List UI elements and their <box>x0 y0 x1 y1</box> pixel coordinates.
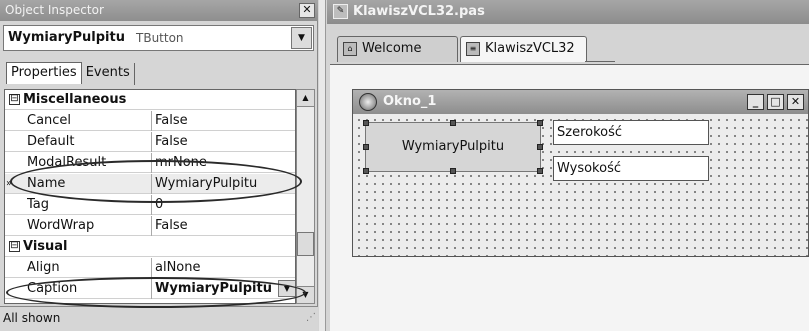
property-name: Name <box>27 176 66 191</box>
collapse-icon[interactable]: ⊟ <box>9 94 20 105</box>
category-row-visual[interactable]: ⊟ Visual <box>5 237 295 257</box>
collapse-icon[interactable]: ⊟ <box>9 241 20 252</box>
selection-handle[interactable] <box>537 120 543 126</box>
form-title: Okno_1 <box>383 94 437 109</box>
property-grid-scrollbar[interactable]: ▲ ▼ <box>296 89 315 304</box>
property-value[interactable]: alNone <box>151 258 295 278</box>
form-titlebar[interactable]: Okno_1 _ □ ✕ <box>353 90 808 114</box>
close-icon[interactable]: ✕ <box>787 94 804 110</box>
tab-klawiszvcl32[interactable]: ≡ KlawiszVCL32 <box>460 36 587 62</box>
tab-welcome-page[interactable]: ⌂ Welcome Page <box>337 36 458 80</box>
property-name: Default <box>27 134 75 149</box>
property-row-cancel[interactable]: Cancel False <box>5 111 295 131</box>
category-label: Visual <box>23 239 68 254</box>
selection-handle[interactable] <box>363 168 369 174</box>
maximize-icon[interactable]: □ <box>767 94 784 110</box>
object-inspector-panel: Object Inspector ✕ WymiaryPulpitu TButto… <box>0 0 318 331</box>
property-name: ModalResult <box>27 155 107 170</box>
form-icon <box>359 93 377 111</box>
selection-handle[interactable] <box>363 120 369 126</box>
category-label: Miscellaneous <box>23 92 127 107</box>
property-value[interactable]: False <box>151 111 295 131</box>
tab-properties[interactable]: Properties <box>6 62 82 84</box>
selection-handle[interactable] <box>450 168 456 174</box>
component-selector[interactable]: WymiaryPulpitu TButton ▼ <box>3 25 314 51</box>
property-name: Caption <box>27 281 78 296</box>
status-text: All shown <box>3 311 61 325</box>
object-inspector-title: Object Inspector <box>5 3 104 17</box>
chevron-down-icon[interactable]: ▼ <box>278 280 295 297</box>
selection-handle[interactable] <box>450 120 456 126</box>
property-row-tag[interactable]: Tag 0 <box>5 195 295 215</box>
selection-handle[interactable] <box>363 144 369 150</box>
property-value[interactable]: 0 <box>151 195 295 215</box>
property-row-caption[interactable]: Caption WymiaryPulpitu ▼ <box>5 279 295 299</box>
property-row-default[interactable]: Default False <box>5 132 295 152</box>
szerokosc-edit[interactable]: Szerokość <box>553 120 709 145</box>
component-type: TButton <box>136 31 184 45</box>
editor-tab-bar: ⌂ Welcome Page ≡ KlawiszVCL32 <box>327 24 809 80</box>
unit-icon: ≡ <box>466 42 480 56</box>
panel-splitter[interactable] <box>319 0 326 331</box>
editor-title: KlawiszVCL32.pas <box>353 4 485 19</box>
category-row-miscellaneous[interactable]: ⊟ Miscellaneous <box>5 90 295 110</box>
tab-events[interactable]: Events <box>82 63 135 85</box>
property-name: Tag <box>27 197 50 212</box>
tab-bar-edge <box>585 38 615 62</box>
property-grid: ⊟ Miscellaneous Cancel False Default Fal… <box>4 89 296 304</box>
selection-handle[interactable] <box>537 168 543 174</box>
form-designer-area: Okno_1 _ □ ✕ WymiaryPulpitu Szerokość Wy… <box>330 64 809 331</box>
scrollbar-thumb[interactable] <box>297 232 314 256</box>
inspector-status-bar: All shown ⋰ <box>0 306 318 331</box>
property-value[interactable]: mrNone <box>151 153 295 173</box>
property-value[interactable]: False <box>151 216 295 236</box>
scroll-down-icon[interactable]: ▼ <box>297 286 314 303</box>
inspector-tabs: Properties Events <box>6 62 135 86</box>
property-value[interactable]: WymiaryPulpitu <box>151 174 295 194</box>
property-value[interactable]: WymiaryPulpitu <box>151 279 295 299</box>
unit-file-icon: ✎ <box>333 4 348 19</box>
property-row-name[interactable]: » Name WymiaryPulpitu <box>5 174 295 194</box>
form-client-area[interactable]: WymiaryPulpitu Szerokość Wysokość <box>353 114 808 256</box>
editor-window: ✎ KlawiszVCL32.pas ⌂ Welcome Page ≡ Klaw… <box>327 0 809 331</box>
property-name: Align <box>27 260 60 275</box>
editor-titlebar: ✎ KlawiszVCL32.pas <box>327 0 809 24</box>
designed-form-window[interactable]: Okno_1 _ □ ✕ WymiaryPulpitu Szerokość Wy… <box>352 89 809 257</box>
minimize-icon[interactable]: _ <box>747 94 764 110</box>
tab-label: KlawiszVCL32 <box>485 41 575 56</box>
property-value[interactable]: False <box>151 132 295 152</box>
property-row-wordwrap[interactable]: WordWrap False <box>5 216 295 236</box>
property-row-modalresult[interactable]: ModalResult mrNone <box>5 153 295 173</box>
object-inspector-titlebar: Object Inspector ✕ <box>0 0 318 21</box>
scroll-up-icon[interactable]: ▲ <box>297 90 314 107</box>
current-row-arrow-icon: » <box>6 178 13 189</box>
home-icon: ⌂ <box>343 42 357 56</box>
resize-grip-icon[interactable]: ⋰ <box>306 306 316 329</box>
property-name: WordWrap <box>27 218 95 233</box>
wysokosc-edit[interactable]: Wysokość <box>553 156 709 181</box>
property-name: Cancel <box>27 113 72 128</box>
component-name: WymiaryPulpitu <box>8 30 125 45</box>
wymiary-pulpitu-button[interactable]: WymiaryPulpitu <box>365 122 541 172</box>
property-row-align[interactable]: Align alNone <box>5 258 295 278</box>
chevron-down-icon[interactable]: ▼ <box>291 27 312 49</box>
selection-handle[interactable] <box>537 144 543 150</box>
close-icon[interactable]: ✕ <box>299 3 315 18</box>
